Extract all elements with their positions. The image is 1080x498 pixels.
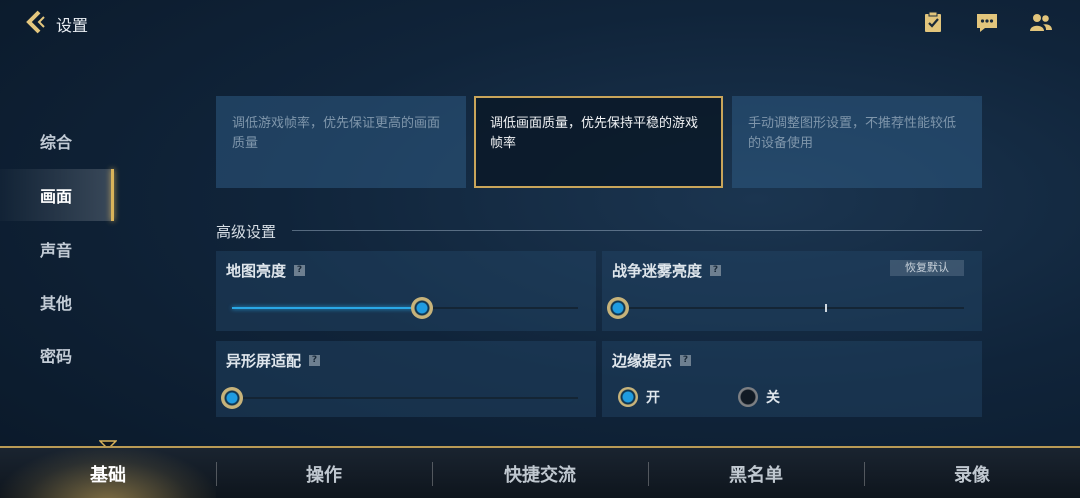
map-brightness-text: 地图亮度 bbox=[226, 262, 287, 280]
notch-adapt-slider[interactable] bbox=[221, 387, 578, 409]
top-bar: 设置 bbox=[0, 0, 1080, 44]
sidebar-item-other[interactable]: 其他 bbox=[0, 276, 114, 328]
clipboard-check-icon[interactable] bbox=[921, 10, 945, 34]
chat-icon[interactable] bbox=[975, 10, 999, 34]
section-divider bbox=[292, 230, 982, 231]
page-title: 设置 bbox=[56, 16, 89, 35]
bottom-tab-bar: 基础 操作 快捷交流 黑名单 录像 bbox=[0, 446, 1080, 498]
help-icon[interactable]: ? bbox=[294, 265, 306, 276]
fog-brightness-panel: 战争迷雾亮度 ? 恢复默认 bbox=[602, 251, 982, 331]
sidebar-item-graphics[interactable]: 画面 bbox=[0, 169, 114, 221]
notch-adapt-handle[interactable] bbox=[221, 387, 243, 409]
map-brightness-slider[interactable] bbox=[232, 297, 578, 319]
tab-replay[interactable]: 录像 bbox=[864, 448, 1080, 498]
map-brightness-label: 地图亮度 ? bbox=[226, 260, 306, 281]
advanced-settings-title: 高级设置 bbox=[216, 223, 277, 241]
notch-adapt-text: 异形屏适配 bbox=[226, 352, 302, 370]
help-icon[interactable]: ? bbox=[309, 355, 321, 366]
quality-card-custom[interactable]: 手动调整图形设置，不推荐性能较低的设备使用 bbox=[732, 96, 982, 188]
edge-hint-text: 边缘提示 bbox=[612, 352, 673, 370]
radio-selected-icon bbox=[618, 387, 638, 407]
edge-hint-on-label: 开 bbox=[646, 390, 660, 406]
map-brightness-handle[interactable] bbox=[411, 297, 434, 319]
back-icon[interactable] bbox=[22, 9, 48, 35]
help-icon[interactable]: ? bbox=[680, 355, 692, 366]
quality-card-high-quality[interactable]: 调低游戏帧率，优先保证更高的画面质量 bbox=[216, 96, 466, 188]
edge-hint-on-radio[interactable]: 开 bbox=[618, 387, 660, 407]
quality-card-smooth[interactable]: 调低画面质量，优先保持平稳的游戏帧率 bbox=[474, 96, 723, 188]
edge-hint-panel: 边缘提示 ? 开 关 bbox=[602, 341, 982, 417]
edge-hint-label: 边缘提示 ? bbox=[612, 350, 692, 371]
fog-brightness-handle[interactable] bbox=[607, 297, 629, 319]
edge-hint-off-label: 关 bbox=[766, 390, 780, 406]
edge-hint-off-radio[interactable]: 关 bbox=[738, 387, 780, 407]
reset-default-button[interactable]: 恢复默认 bbox=[890, 260, 964, 276]
tab-quick-chat[interactable]: 快捷交流 bbox=[432, 448, 648, 498]
help-icon[interactable]: ? bbox=[710, 265, 722, 276]
tab-basic[interactable]: 基础 bbox=[0, 448, 216, 498]
friends-icon[interactable] bbox=[1029, 10, 1053, 34]
notch-adapt-label: 异形屏适配 ? bbox=[226, 350, 321, 371]
map-brightness-panel: 地图亮度 ? bbox=[216, 251, 596, 331]
map-brightness-fill bbox=[232, 307, 423, 309]
fog-brightness-label: 战争迷雾亮度 ? bbox=[612, 260, 722, 281]
sidebar-item-general[interactable]: 综合 bbox=[0, 115, 114, 167]
default-tick-mark bbox=[825, 304, 827, 312]
radio-unselected-icon bbox=[738, 387, 758, 407]
sidebar-item-password[interactable]: 密码 bbox=[0, 329, 114, 381]
tab-controls[interactable]: 操作 bbox=[216, 448, 432, 498]
notch-adapt-panel: 异形屏适配 ? bbox=[216, 341, 596, 417]
sidebar-item-sound[interactable]: 声音 bbox=[0, 223, 114, 275]
tab-blacklist[interactable]: 黑名单 bbox=[648, 448, 864, 498]
fog-brightness-slider[interactable] bbox=[607, 297, 964, 319]
fog-brightness-text: 战争迷雾亮度 bbox=[612, 262, 703, 280]
